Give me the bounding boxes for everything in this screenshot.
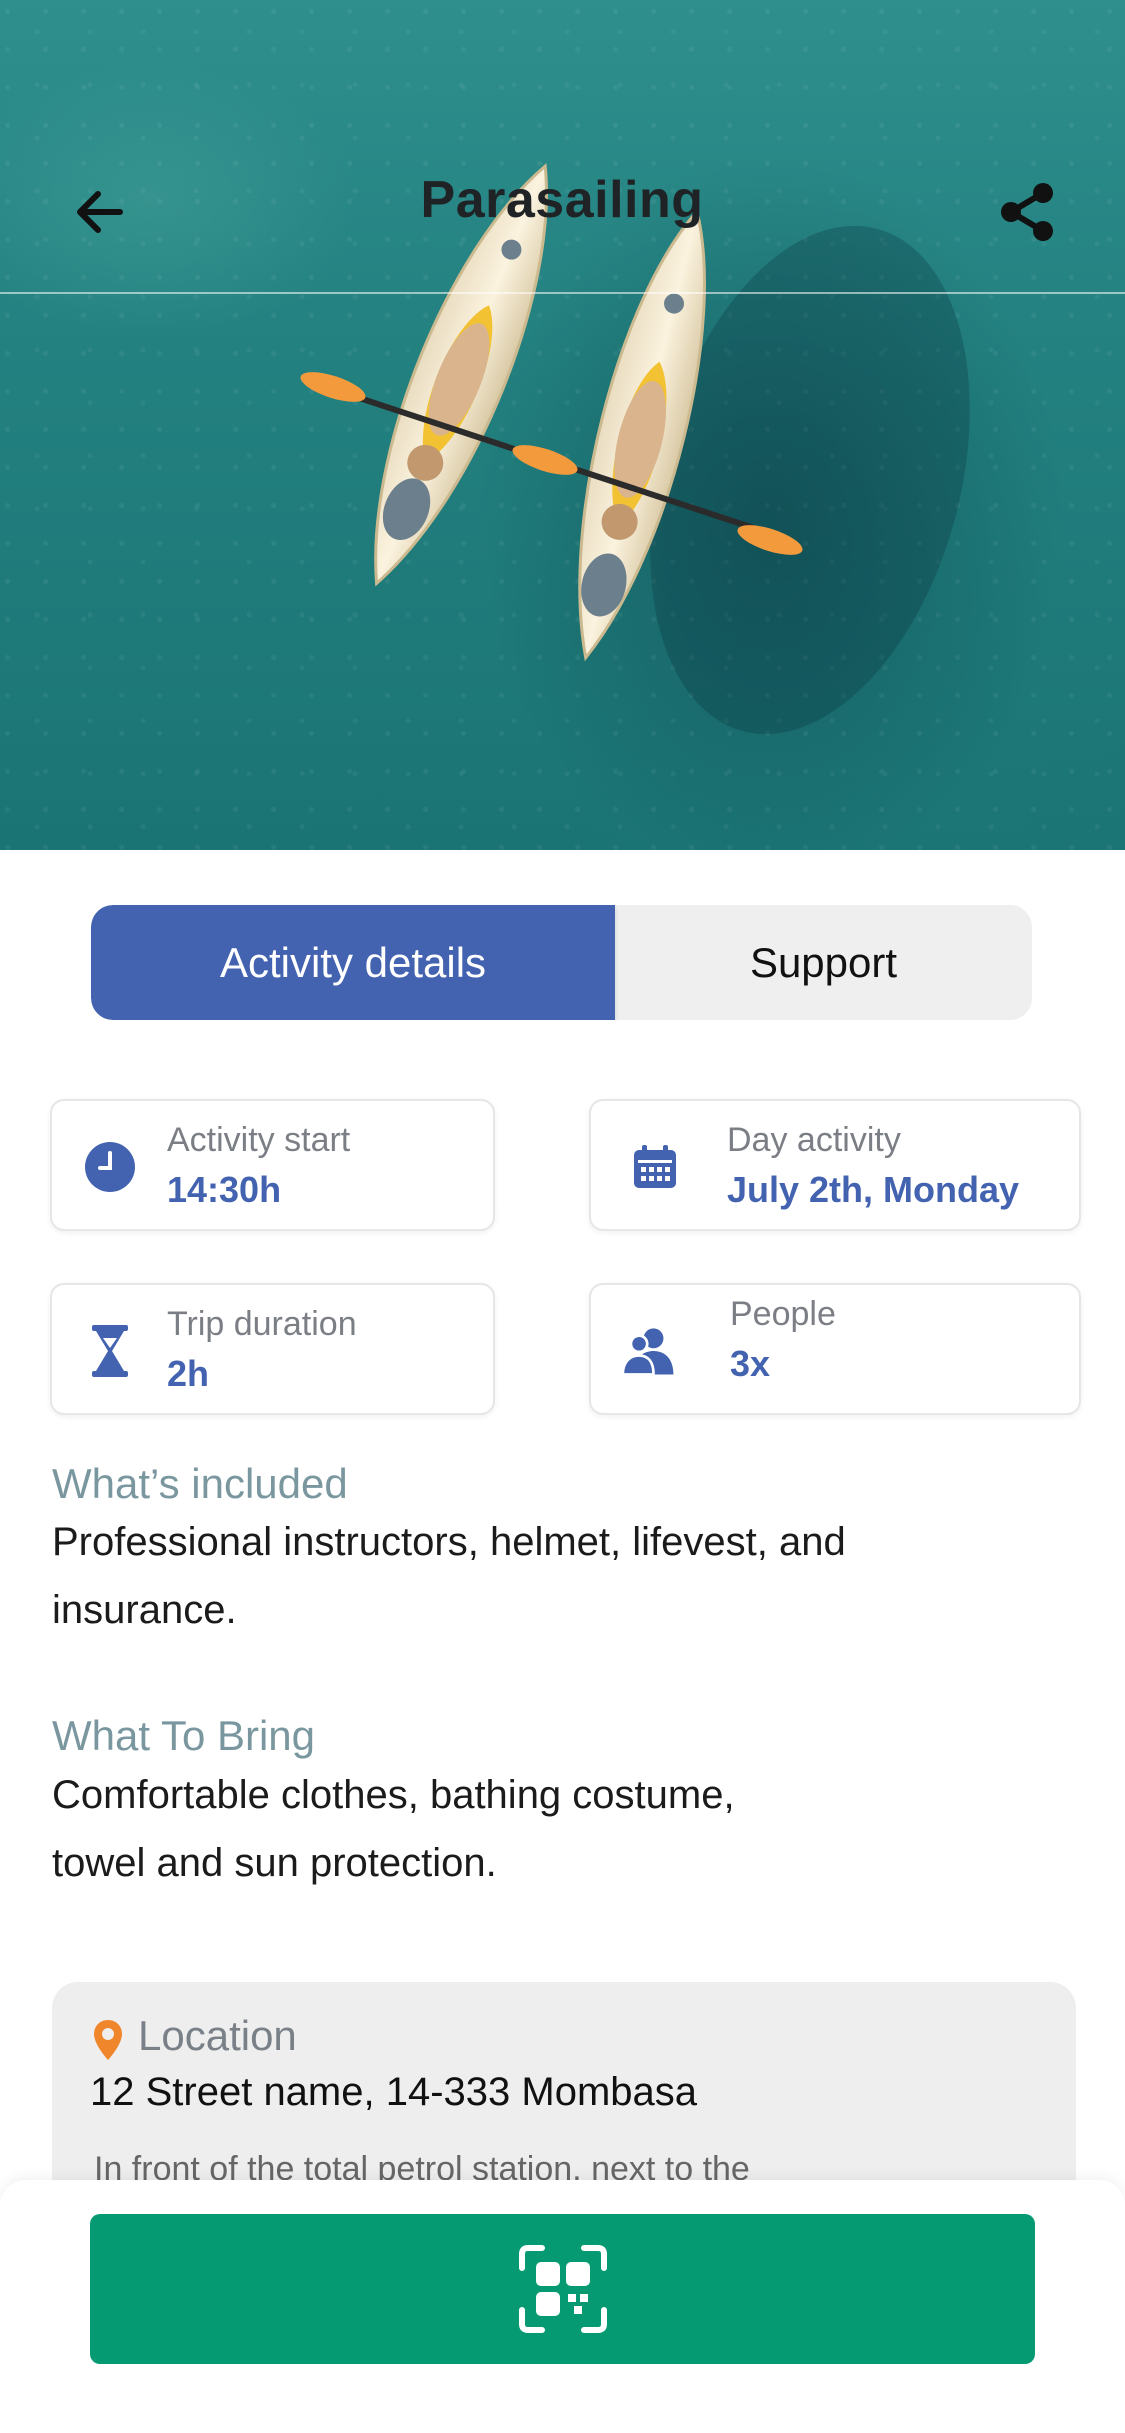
clock-icon — [82, 1139, 138, 1195]
activity-start-card: Activity start 14:30h — [50, 1099, 495, 1231]
day-activity-label: Day activity — [727, 1121, 901, 1159]
tab-bar: Activity details Support — [91, 905, 1032, 1020]
trip-duration-label: Trip duration — [167, 1305, 357, 1343]
kayaks-illustration — [300, 163, 970, 735]
day-activity-card: Day activity July 2th, Monday — [589, 1099, 1081, 1231]
bring-heading: What To Bring — [52, 1712, 316, 1759]
bottom-action-bar — [0, 2180, 1125, 2433]
activity-start-value: 14:30h — [167, 1169, 282, 1210]
activity-start-label: Activity start — [167, 1121, 351, 1159]
people-icon — [621, 1323, 677, 1379]
trip-duration-card: Trip duration 2h — [50, 1283, 495, 1415]
hourglass-icon — [82, 1323, 138, 1379]
calendar-icon — [627, 1139, 683, 1195]
tab-support[interactable]: Support — [615, 905, 1032, 1020]
header-divider — [0, 292, 1125, 294]
back-button[interactable] — [68, 180, 132, 244]
location-address: 12 Street name, 14-333 Mombasa — [90, 2070, 698, 2114]
page-title: Parasailing — [420, 171, 704, 229]
location-heading: Location — [138, 2012, 297, 2059]
included-line-2: insurance. — [52, 1588, 237, 1632]
share-button[interactable] — [996, 180, 1060, 244]
bring-line-1: Comfortable clothes, bathing costume, — [52, 1773, 735, 1817]
trip-duration-value: 2h — [167, 1353, 210, 1394]
day-activity-value: July 2th, Monday — [727, 1169, 1020, 1210]
included-heading: What’s included — [52, 1460, 348, 1507]
people-card: People 3x — [589, 1283, 1081, 1415]
people-label: People — [730, 1295, 836, 1333]
location-pin-icon — [92, 2018, 124, 2067]
scan-qr-button[interactable] — [90, 2214, 1035, 2364]
people-value: 3x — [730, 1343, 771, 1384]
qr-scan-icon — [518, 2245, 607, 2333]
hero-image — [0, 0, 1125, 850]
bring-line-2: towel and sun protection. — [52, 1841, 497, 1885]
included-line-1: Professional instructors, helmet, lifeve… — [52, 1520, 846, 1564]
arrow-left-icon — [77, 191, 123, 233]
share-icon — [1001, 183, 1053, 241]
tab-activity-details[interactable]: Activity details — [91, 905, 615, 1020]
